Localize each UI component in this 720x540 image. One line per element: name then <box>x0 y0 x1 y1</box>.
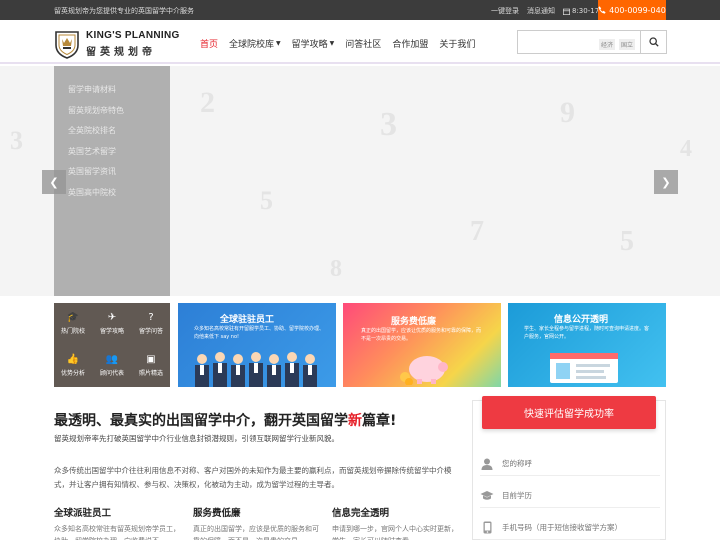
brand-name-cn: 留英规划帝 <box>86 47 156 58</box>
hero-slider[interactable]: 2 5 3 7 9 5 3 8 4 留学申请材料 留英规划帝特色 全英院校排名 … <box>0 66 720 296</box>
notice-link[interactable]: 消息通知 <box>527 6 555 16</box>
banner-text: 真正的出国留学，应该让优质的服务和可靠的保障，而不是一次昂贵的交易。 <box>361 328 482 342</box>
feature-title: 全球派驻员工 <box>54 508 112 519</box>
slider-prev-button[interactable]: ❮ <box>42 170 66 194</box>
question-icon: ? <box>148 312 154 323</box>
name-field-row <box>480 452 660 476</box>
quick-link-advantages[interactable]: 👍 优势分析 <box>54 345 92 387</box>
plane-icon: ✈ <box>107 312 117 323</box>
education-input[interactable] <box>502 491 652 500</box>
graduation-cap-icon <box>480 490 494 502</box>
doodle-decoration: 2 <box>200 86 215 119</box>
image-icon: ▣ <box>146 354 156 365</box>
quick-link-photos[interactable]: ▣ 照片精选 <box>132 345 170 387</box>
banner-text: 学生、家长全程参与留学进程，随时可查询申请进度。客户服务，官网公开。 <box>524 326 650 340</box>
top-slogan: 留英规划帝为您提供专业的英国留学中介服务 <box>54 7 194 15</box>
doodle-decoration: 9 <box>560 96 575 129</box>
nav-partnership[interactable]: 合作加盟 <box>392 37 428 50</box>
nav-qa-community[interactable]: 问答社区 <box>345 37 381 50</box>
quick-link-hot-schools[interactable]: 🎓 热门院校 <box>54 303 92 345</box>
menu-item[interactable]: 全英院校排名 <box>54 121 170 142</box>
feature-global-staff: 全球派驻员工 众多知名高校常驻有留英规划帝学员工，协助、留学院校办理，向收费说不 <box>54 505 182 540</box>
nav-about-us[interactable]: 关于我们 <box>439 37 475 50</box>
intro-headline: 最透明、最真实的出国留学中介，翻开英国留学新篇章! <box>54 413 397 429</box>
chevron-down-icon: ▼ <box>329 40 335 47</box>
search-icon <box>648 37 659 47</box>
site-header: KING'S PLANNING 留英规划帝 首页 全球院校库 ▼ 留学攻略 ▼ 问答… <box>0 20 720 64</box>
doodle-decoration: 4 <box>680 136 692 162</box>
menu-item[interactable]: 英国高中院校 <box>54 183 170 204</box>
education-field-row <box>480 484 660 508</box>
doodle-decoration: 5 <box>620 226 634 257</box>
piggy-bank-illustration <box>400 356 448 385</box>
doodle-decoration: 8 <box>330 256 342 282</box>
chevron-left-icon: ❮ <box>49 175 59 189</box>
category-menu: 留学申请材料 留英规划帝特色 全英院校排名 英国艺术留学 英国留学资讯 英国高中… <box>54 66 170 296</box>
search-button[interactable] <box>640 31 666 53</box>
quick-evaluate-button[interactable]: 快速评估留学成功率 <box>482 396 656 429</box>
slider-next-button[interactable]: ❯ <box>654 170 678 194</box>
doodle-decoration: 7 <box>470 216 484 247</box>
search-input[interactable] <box>518 31 596 53</box>
quick-link-advisors[interactable]: 👥 顾问代表 <box>93 345 131 387</box>
main-nav: 首页 全球院校库 ▼ 留学攻略 ▼ 问答社区 合作加盟 关于我们 <box>200 37 475 50</box>
quick-link-guide[interactable]: ✈ 留学攻略 <box>93 303 131 345</box>
hotline-button[interactable]: 400-0099-040 <box>598 0 666 20</box>
search-box: 经济 国立 <box>517 30 667 54</box>
feature-title: 信息完全透明 <box>332 508 390 519</box>
nav-home[interactable]: 首页 <box>200 37 218 50</box>
name-input[interactable] <box>502 459 652 468</box>
phone-icon <box>598 6 606 14</box>
nav-school-library[interactable]: 全球院校库 ▼ <box>229 37 281 50</box>
banner-global-staff[interactable]: 全球驻驻员工 众多知名高校常驻有开留服学员工、协助、留学院校办理、向他来低下 s… <box>178 303 336 387</box>
intro-subtitle: 留英规划帝率先打破英国留学中介行业信息封锁潜规则，引领互联网留学行业新风貌。 <box>54 434 339 443</box>
id-card-illustration <box>550 353 618 383</box>
users-icon: 👥 <box>105 354 119 365</box>
phone-field-row <box>480 516 660 540</box>
feature-text: 申请到哪一步，官网个人中心实时更新，学生、家长可以随时查看 <box>332 525 458 540</box>
banner-transparent-info[interactable]: 信息公开透明 学生、家长全程参与留学进程，随时可查询申请进度。客户服务，官网公开… <box>508 303 666 387</box>
site-logo[interactable]: KING'S PLANNING 留英规划帝 <box>54 29 180 59</box>
banner-title: 信息公开透明 <box>554 315 609 325</box>
user-icon <box>480 458 494 470</box>
chevron-down-icon: ▼ <box>276 40 281 47</box>
mobile-phone-icon <box>480 521 494 534</box>
feature-transparent-info: 信息完全透明 申请到哪一步，官网个人中心实时更新，学生、家长可以随时查看 <box>332 505 460 540</box>
brand-name-en: KING'S PLANNING <box>86 30 180 41</box>
hotline-number: 400-0099-040 <box>609 5 666 15</box>
search-tag-economics[interactable]: 经济 <box>599 39 616 50</box>
quick-link-qa[interactable]: ? 留学问答 <box>132 303 170 345</box>
doodle-decoration: 5 <box>260 186 273 215</box>
graduation-cap-icon: 🎓 <box>66 312 80 323</box>
thumbs-up-icon: 👍 <box>66 354 80 365</box>
login-link[interactable]: 一键登录 <box>491 6 519 16</box>
staff-crowd-illustration <box>195 352 317 387</box>
nav-study-guide[interactable]: 留学攻略 ▼ <box>292 37 335 50</box>
menu-item[interactable]: 英国艺术留学 <box>54 142 170 163</box>
feature-text: 真正的出国留学，应该是优质的服务和可靠的保障，而不是一次昂贵的交易 <box>193 525 319 540</box>
banner-low-fee[interactable]: 服务费低廉 真正的出国留学，应该让优质的服务和可靠的保障，而不是一次昂贵的交易。 <box>343 303 501 387</box>
banner-title: 全球驻驻员工 <box>220 315 275 325</box>
menu-item[interactable]: 英国留学资讯 <box>54 162 170 183</box>
search-tag-national[interactable]: 国立 <box>619 39 636 50</box>
chevron-right-icon: ❯ <box>661 175 671 189</box>
menu-item[interactable]: 留学申请材料 <box>54 80 170 101</box>
quick-links-grid: 🎓 热门院校 ✈ 留学攻略 ? 留学问答 👍 优势分析 👥 顾问代表 ▣ 照片精… <box>54 303 170 387</box>
feature-title: 服务费低廉 <box>193 508 241 519</box>
top-links: 一键登录 消息通知 8:30-17:30 <box>491 6 610 16</box>
calendar-icon <box>563 8 570 15</box>
top-bar: 留英规划帝为您提供专业的英国留学中介服务 一键登录 消息通知 8:30-17:3… <box>0 0 720 20</box>
doodle-decoration: 3 <box>380 106 397 143</box>
crest-logo-icon <box>55 31 79 59</box>
banner-title: 服务费低廉 <box>391 317 437 327</box>
doodle-decoration: 3 <box>10 126 23 155</box>
feature-low-fee: 服务费低廉 真正的出国留学，应该是优质的服务和可靠的保障，而不是一次昂贵的交易 <box>193 505 321 540</box>
intro-body: 众多传统出国留学中介往往利用信息不对称、客户对国外的未知作为最主要的赢利点，而留… <box>54 466 452 489</box>
phone-input[interactable] <box>502 523 652 532</box>
feature-text: 众多知名高校常驻有留英规划帝学员工，协助、留学院校办理，向收费说不 <box>54 525 180 540</box>
menu-item[interactable]: 留英规划帝特色 <box>54 101 170 122</box>
banner-text: 众多知名高校常驻有开留服学员工、协助、留学院校办理、向他来低下 say no! <box>194 326 325 340</box>
